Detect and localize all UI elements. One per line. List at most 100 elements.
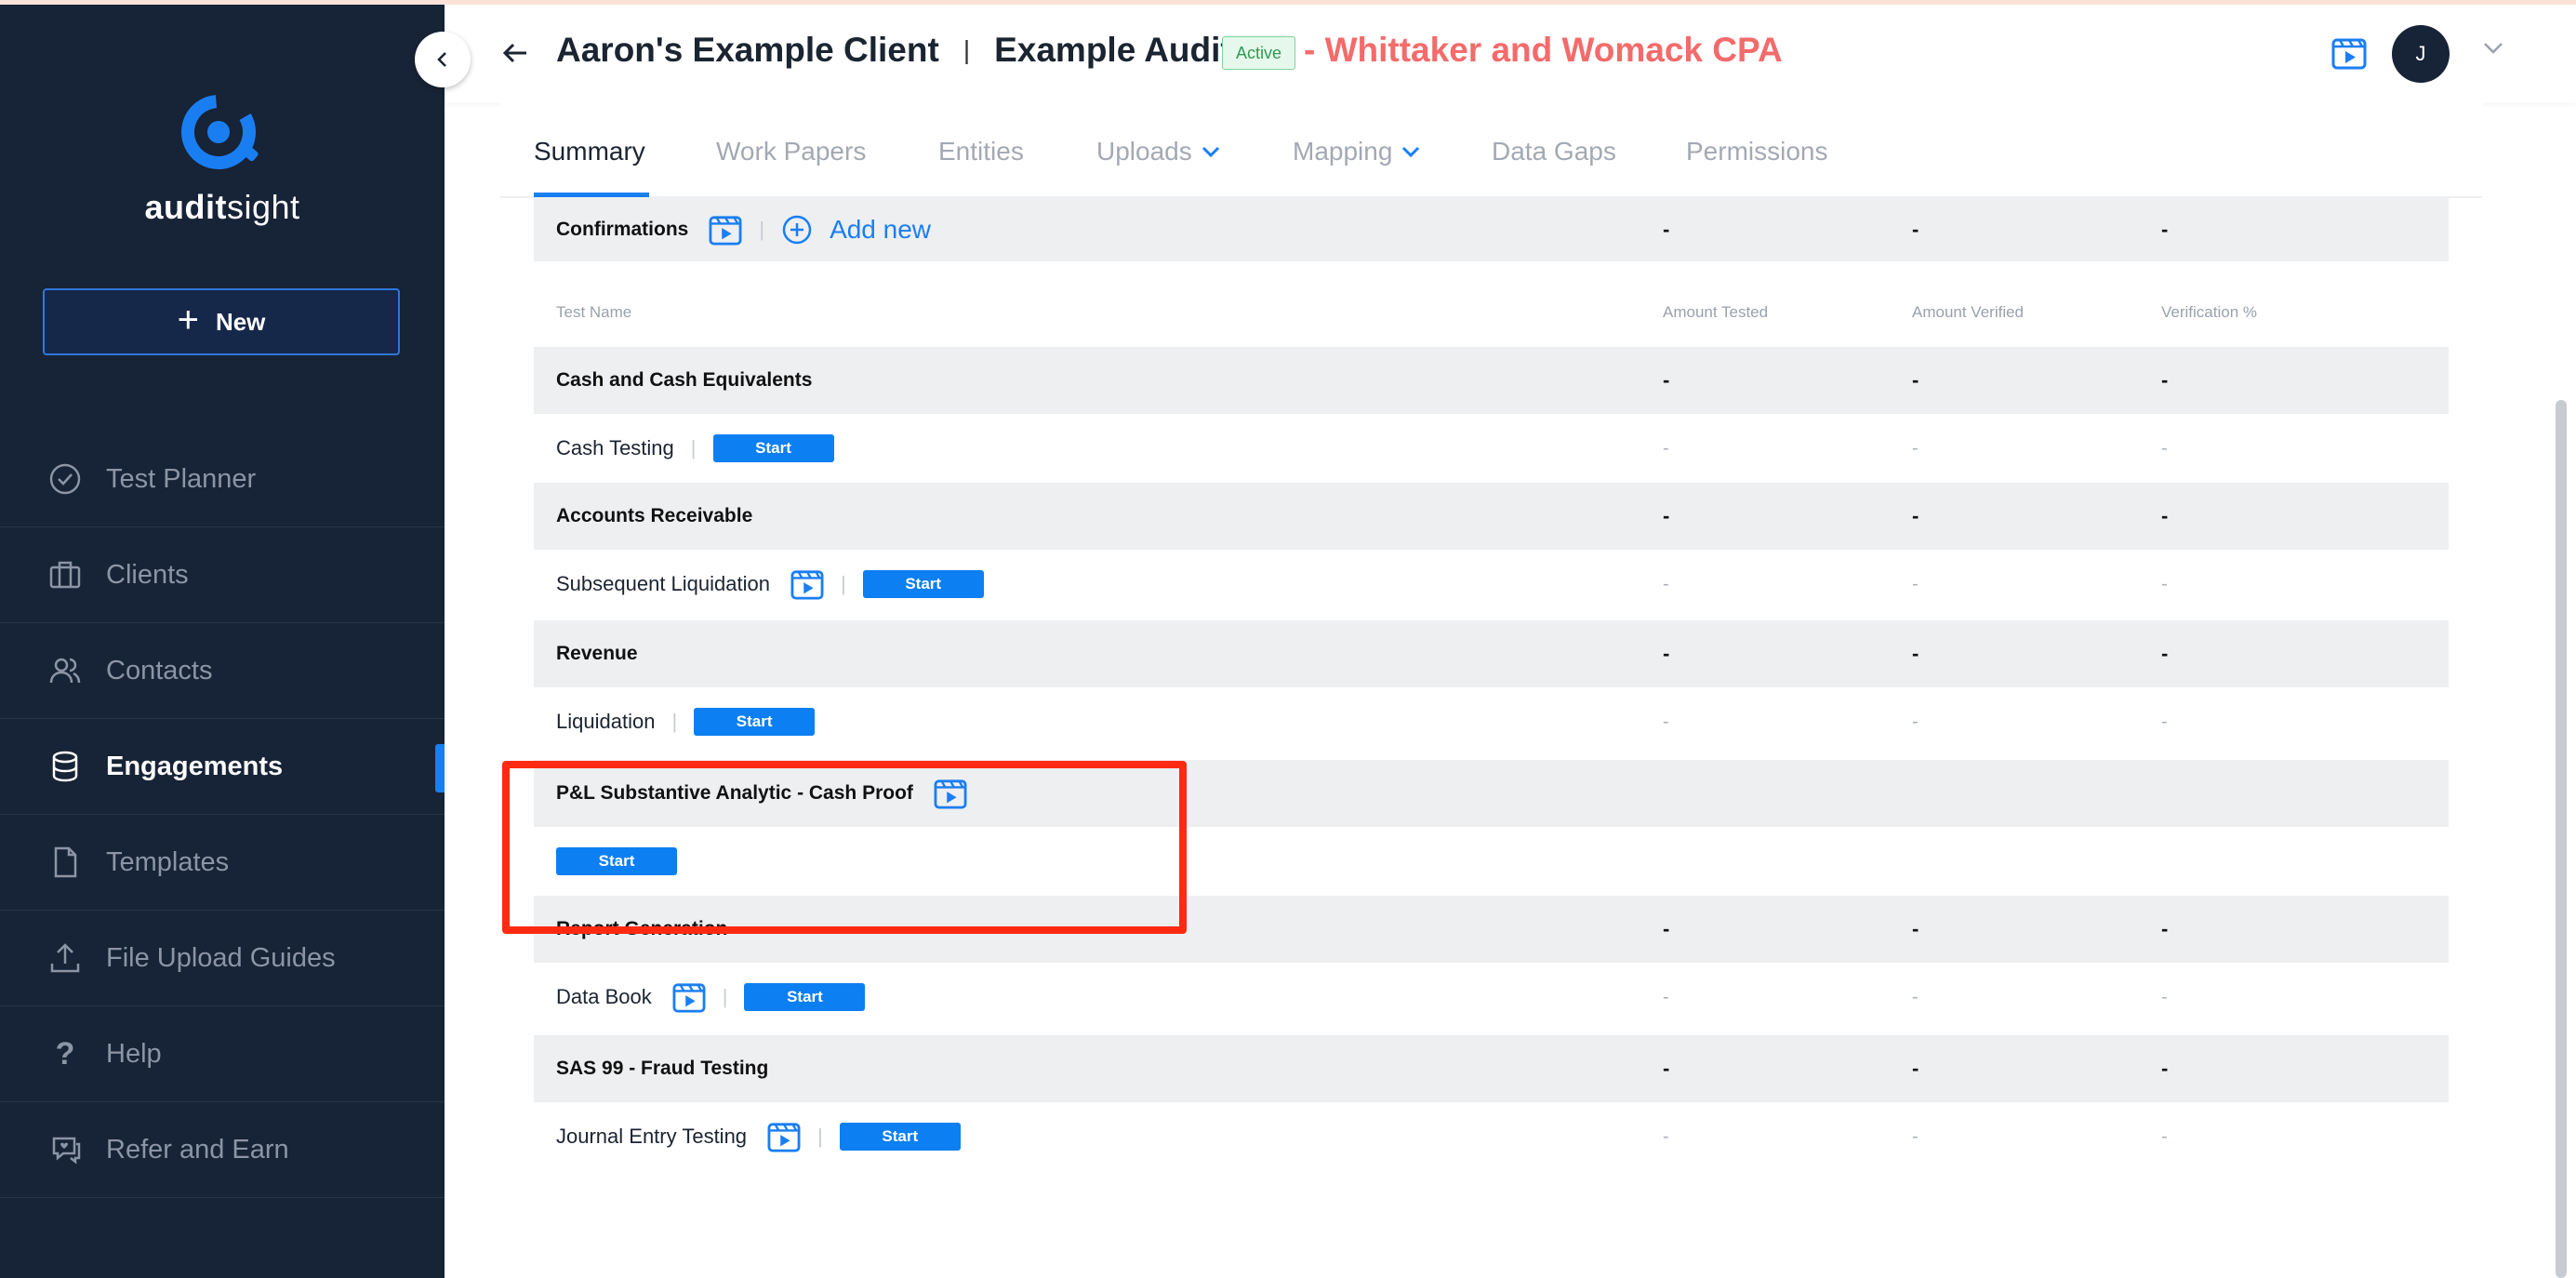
group-name: SAS 99 - Fraud Testing (556, 1058, 769, 1079)
test-row: Liquidation | Start - - - (534, 687, 2449, 756)
sidebar-item-clients[interactable]: Clients (0, 527, 445, 623)
add-new-label: Add new (830, 215, 932, 244)
start-button[interactable]: Start (839, 1123, 961, 1151)
amount-verified-value: - (1912, 504, 1919, 527)
column-test-name: Test Name (556, 303, 632, 321)
video-tutorial-icon[interactable] (767, 1121, 801, 1152)
video-tutorial-icon[interactable] (790, 568, 824, 600)
amount-tested-value: - (1663, 1125, 1669, 1147)
page-header: Aaron's Example Client | Example Audit A… (445, 5, 2576, 103)
new-button[interactable]: + New (43, 288, 400, 355)
tab-work-papers[interactable]: Work Papers (716, 137, 866, 166)
test-name: Journal Entry Testing (556, 1125, 748, 1148)
status-badge: Active (1222, 36, 1296, 70)
sidebar: auditsight + New Test Planner Clients Co… (0, 0, 445, 1278)
chevron-left-icon (437, 52, 446, 67)
amount-tested-value: - (1663, 1057, 1670, 1080)
verification-pct-value: - (2161, 504, 2169, 527)
test-name-cell: Liquidation | Start (556, 708, 816, 736)
group-row: Accounts Receivable - - - (534, 483, 2449, 550)
sidebar-item-refer-and-earn[interactable]: Refer and Earn (0, 1102, 445, 1198)
tab-summary[interactable]: Summary (534, 137, 645, 166)
amount-verified-value: - (1912, 1125, 1919, 1147)
divider: | (690, 436, 697, 459)
back-arrow-icon[interactable] (500, 38, 530, 68)
tab-entities[interactable]: Entities (938, 137, 1024, 166)
verification-pct-value: - (2161, 986, 2168, 1007)
tab-mapping[interactable]: Mapping (1293, 137, 1420, 166)
client-name[interactable]: Aaron's Example Client (556, 31, 939, 70)
group-name: Cash and Cash Equivalents (556, 369, 813, 391)
video-tutorial-icon[interactable] (672, 981, 706, 1013)
logo[interactable]: auditsight (0, 89, 445, 227)
tab-data-gaps[interactable]: Data Gaps (1492, 137, 1616, 166)
column-amount-tested: Amount Tested (1663, 303, 1769, 321)
tab-bar: Summary Work Papers Entities Uploads Map… (500, 103, 2483, 198)
breadcrumb-separator: | (963, 35, 971, 64)
sidebar-item-file-upload-guides[interactable]: File Upload Guides (0, 911, 445, 1006)
scrollbar[interactable] (2556, 400, 2567, 1278)
sidebar-item-label: Help (106, 1038, 162, 1069)
sidebar-item-label: Clients (106, 559, 189, 590)
check-circle-icon (48, 462, 82, 496)
verification-pct-value: - (2161, 1125, 2168, 1147)
divider: | (817, 1125, 823, 1148)
tab-uploads[interactable]: Uploads (1096, 137, 1220, 166)
sidebar-item-engagements[interactable]: Engagements (0, 719, 445, 815)
group-name-cell: P&L Substantive Analytic - Cash Proof (556, 778, 967, 809)
start-button[interactable]: Start (556, 847, 677, 875)
video-tutorial-icon[interactable] (2331, 36, 2367, 70)
amount-verified-value: - (1912, 573, 1919, 594)
amount-verified-value: - (1912, 1057, 1919, 1080)
chevron-down-icon[interactable] (2483, 42, 2503, 55)
amount-tested-value: - (1663, 642, 1670, 665)
group-name-cell: Report Generation (556, 918, 727, 940)
verification-pct-value: - (2161, 437, 2168, 459)
group-name: Accounts Receivable (556, 505, 753, 526)
active-tab-underline (534, 193, 649, 197)
breadcrumb: Aaron's Example Client | Example Audit (556, 31, 1232, 70)
test-name-cell: Start (556, 847, 677, 875)
video-tutorial-icon[interactable] (934, 778, 967, 809)
file-icon (48, 845, 82, 879)
sidebar-nav: Test Planner Clients Contacts Engagement… (0, 432, 445, 1198)
amount-tested-value: - (1663, 917, 1670, 940)
logo-text: auditsight (144, 188, 300, 226)
amount-verified-value: - (1912, 711, 1919, 732)
divider: | (840, 572, 846, 595)
avatar[interactable]: J (2392, 25, 2450, 83)
group-name-cell: Accounts Receivable (556, 505, 752, 527)
amount-tested-value: - (1663, 437, 1669, 459)
sidebar-item-label: Contacts (106, 655, 213, 686)
group-row: Revenue - - - (534, 620, 2449, 687)
verification-pct-value: - (2161, 1057, 2169, 1080)
tab-permissions[interactable]: Permissions (1686, 137, 1827, 166)
sidebar-item-contacts[interactable]: Contacts (0, 623, 445, 719)
audit-name: Example Audit (994, 31, 1232, 69)
verification-pct-value: - (2161, 711, 2168, 732)
group-row: Report Generation - - - (534, 896, 2449, 963)
sidebar-item-templates[interactable]: Templates (0, 815, 445, 911)
test-row: Subsequent Liquidation | Start - - - (534, 550, 2449, 619)
add-new-confirmation-button[interactable]: Add new (781, 214, 931, 246)
amount-verified-value: - (1912, 642, 1919, 665)
video-tutorial-icon[interactable] (709, 214, 742, 246)
chevron-down-icon (1202, 146, 1219, 157)
sidebar-item-test-planner[interactable]: Test Planner (0, 432, 445, 527)
start-button[interactable]: Start (862, 570, 984, 598)
briefcase-icon (48, 558, 82, 592)
confirmations-cell: Confirmations | Add new (556, 214, 931, 246)
collapse-sidebar-button[interactable] (415, 32, 471, 87)
plus-icon: + (177, 300, 199, 340)
start-button[interactable]: Start (744, 983, 866, 1011)
test-name-cell: Cash Testing | Start (556, 434, 834, 462)
start-button[interactable]: Start (712, 434, 834, 462)
sidebar-item-help[interactable]: ? Help (0, 1006, 445, 1102)
test-name-cell: Subsequent Liquidation | Start (556, 568, 984, 600)
start-button[interactable]: Start (694, 708, 816, 736)
auditsight-logo-icon (181, 95, 259, 169)
amount-tested-value: - (1663, 368, 1670, 392)
group-name: P&L Substantive Analytic - Cash Proof (556, 782, 913, 804)
verification-pct-value: - (2161, 642, 2169, 665)
test-name-cell: Data Book | Start (556, 981, 866, 1013)
